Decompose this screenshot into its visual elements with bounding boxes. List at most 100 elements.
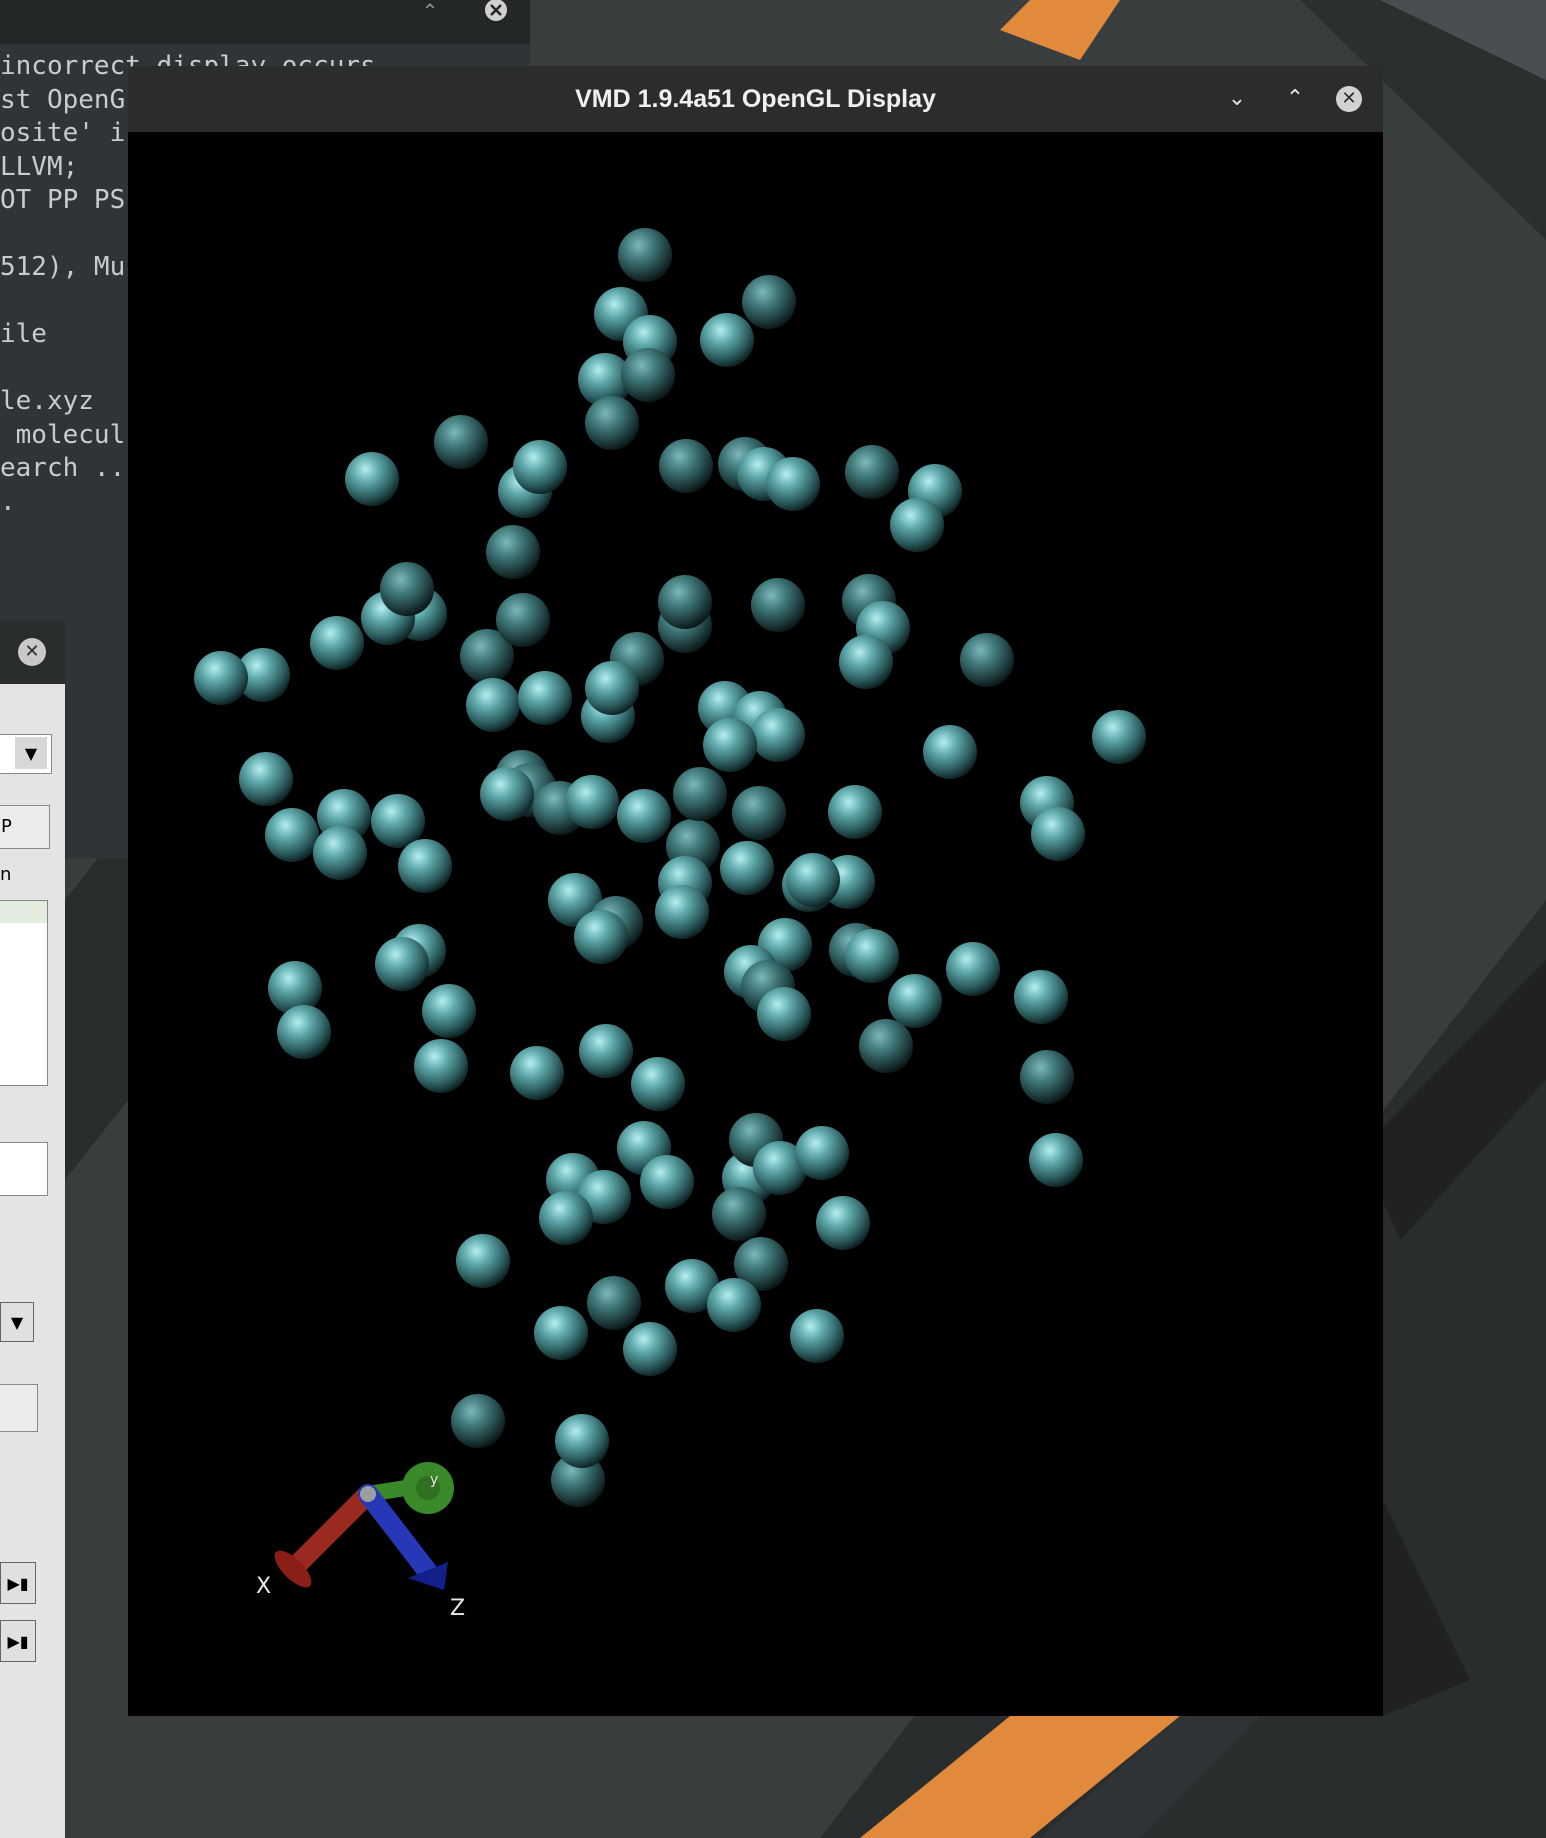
atom-sphere xyxy=(579,1024,633,1078)
atom-sphere xyxy=(456,1234,510,1288)
vmd-main-dropdown[interactable]: ▼ xyxy=(0,734,52,774)
y-axis-label: y xyxy=(430,1472,439,1488)
atom-sphere xyxy=(732,786,786,840)
terminal-titlebar: ⌃ xyxy=(0,0,530,44)
atom-sphere xyxy=(790,1309,844,1363)
opengl-canvas[interactable]: X y Z xyxy=(128,132,1383,1716)
atom-sphere xyxy=(1092,710,1146,764)
atom-sphere xyxy=(673,767,727,821)
atom-sphere xyxy=(375,937,429,991)
window-title: VMD 1.9.4a51 OpenGL Display xyxy=(575,85,936,113)
vmd-main-input[interactable] xyxy=(0,1142,48,1196)
atom-sphere xyxy=(960,633,1014,687)
terminal-line: earch .. xyxy=(0,453,126,483)
terminal-line: osite' i xyxy=(0,118,126,148)
atom-sphere xyxy=(617,789,671,843)
vmd-main-small-button[interactable] xyxy=(0,1384,38,1432)
molecule-list-selected-row[interactable] xyxy=(0,901,47,923)
atom-sphere xyxy=(1031,807,1085,861)
atom-sphere xyxy=(585,396,639,450)
atom-sphere xyxy=(751,708,805,762)
molecule-render[interactable] xyxy=(128,132,1383,1716)
atom-sphere xyxy=(766,457,820,511)
atom-sphere xyxy=(655,885,709,939)
close-icon[interactable]: ✕ xyxy=(1336,86,1362,112)
atom-sphere xyxy=(414,1039,468,1093)
minimize-icon[interactable]: ⌄ xyxy=(1222,84,1252,114)
atom-sphere xyxy=(816,1196,870,1250)
atom-sphere xyxy=(946,942,1000,996)
atom-sphere xyxy=(466,678,520,732)
atom-sphere xyxy=(859,1019,913,1073)
atom-sphere xyxy=(398,839,452,893)
atom-sphere xyxy=(786,853,840,907)
opengl-display-titlebar[interactable]: VMD 1.9.4a51 OpenGL Display ⌄ ⌃ ✕ xyxy=(128,66,1383,132)
terminal-line: ile xyxy=(0,319,47,349)
terminal-line: molecul xyxy=(0,419,126,450)
atom-sphere xyxy=(480,767,534,821)
atom-sphere xyxy=(828,785,882,839)
axes-origin xyxy=(360,1486,376,1502)
atom-sphere xyxy=(239,752,293,806)
atom-sphere xyxy=(621,348,675,402)
terminal-line: . xyxy=(0,486,16,517)
play-forward-icon[interactable]: ▶▮ xyxy=(0,1562,36,1604)
x-axis-label: X xyxy=(256,1574,272,1599)
atom-sphere xyxy=(277,1005,331,1059)
atom-sphere xyxy=(587,1276,641,1330)
terminal-line: OT PP PS xyxy=(0,185,126,215)
terminal-maximize-icon[interactable]: ⌃ xyxy=(412,0,448,22)
dropdown-arrow-icon: ▼ xyxy=(15,737,47,769)
vmd-main-panel: ✕ ▼ P n ▼ ▶▮ ▶▮ xyxy=(0,620,65,1838)
atom-sphere xyxy=(1029,1133,1083,1187)
atom-sphere xyxy=(742,275,796,329)
x-axis-arrow xyxy=(286,1484,378,1576)
vmd-main-close-icon[interactable]: ✕ xyxy=(18,638,46,666)
atom-sphere xyxy=(839,635,893,689)
molecule-list[interactable] xyxy=(0,900,48,1086)
terminal-line: st OpenG xyxy=(0,84,126,115)
atom-sphere xyxy=(555,1414,609,1468)
atom-sphere xyxy=(888,974,942,1028)
atom-sphere xyxy=(631,1057,685,1111)
atom-sphere xyxy=(720,841,774,895)
vmd-main-column-label: n xyxy=(0,864,12,885)
atom-sphere xyxy=(757,987,811,1041)
vmd-main-button-label: P xyxy=(1,816,12,837)
atom-sphere xyxy=(310,616,364,670)
vmd-main-button[interactable]: P xyxy=(0,805,50,849)
atom-sphere xyxy=(1014,970,1068,1024)
atom-sphere xyxy=(422,984,476,1038)
atom-sphere xyxy=(486,525,540,579)
atom-group xyxy=(194,228,1146,1507)
atom-sphere xyxy=(845,445,899,499)
play-forward-icon[interactable]: ▶▮ xyxy=(0,1620,36,1662)
atom-sphere xyxy=(513,440,567,494)
atom-sphere xyxy=(712,1187,766,1241)
atom-sphere xyxy=(451,1394,505,1448)
atom-sphere xyxy=(703,718,757,772)
atom-sphere xyxy=(574,910,628,964)
atom-sphere xyxy=(265,808,319,862)
maximize-icon[interactable]: ⌃ xyxy=(1280,84,1310,114)
vmd-main-titlebar: ✕ xyxy=(0,620,65,684)
terminal-line: le.xyz xyxy=(0,386,94,416)
atom-sphere xyxy=(313,826,367,880)
atom-sphere xyxy=(534,1306,588,1360)
atom-sphere xyxy=(194,651,248,705)
atom-sphere xyxy=(640,1155,694,1209)
atom-sphere xyxy=(890,498,944,552)
atom-sphere xyxy=(659,439,713,493)
atom-sphere xyxy=(618,228,672,282)
atom-sphere xyxy=(585,661,639,715)
atom-sphere xyxy=(1020,1050,1074,1104)
atom-sphere xyxy=(434,415,488,469)
atom-sphere xyxy=(795,1126,849,1180)
opengl-display-window[interactable]: VMD 1.9.4a51 OpenGL Display ⌄ ⌃ ✕ X y Z xyxy=(128,66,1383,1716)
atom-sphere xyxy=(380,562,434,616)
atom-sphere xyxy=(510,1046,564,1100)
atom-sphere xyxy=(700,313,754,367)
vmd-main-dropdown-arrow-icon[interactable]: ▼ xyxy=(0,1302,34,1342)
atom-sphere xyxy=(539,1191,593,1245)
terminal-close-icon[interactable] xyxy=(478,0,514,22)
